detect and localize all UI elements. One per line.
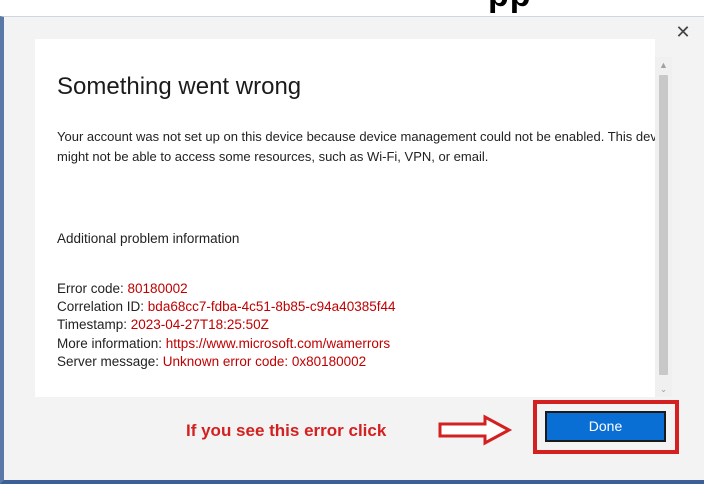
scroll-down-icon[interactable]: ⌄ <box>655 381 672 397</box>
timestamp-value: 2023-04-27T18:25:50Z <box>130 317 269 333</box>
correlation-id-label: Correlation ID: <box>57 299 148 315</box>
server-message-row: Server message: Unknown error code: 0x80… <box>57 353 655 371</box>
timestamp-row: Timestamp: 2023-04-27T18:25:50Z <box>57 316 655 334</box>
scroll-up-icon[interactable]: ▲ <box>655 57 672 73</box>
timestamp-label: Timestamp: <box>57 317 131 333</box>
more-info-label: More information: <box>57 335 166 351</box>
correlation-id-row: Correlation ID: bda68cc7-fdba-4c51-8b85-… <box>57 298 655 316</box>
right-arrow-icon <box>438 414 513 446</box>
done-button[interactable]: Done <box>545 411 666 442</box>
error-code-row: Error code: 80180002 <box>57 280 655 298</box>
correlation-id-value: bda68cc7-fdba-4c51-8b85-c94a40385f44 <box>147 299 396 315</box>
more-info-link[interactable]: https://www.microsoft.com/wamerrors <box>166 336 390 351</box>
vertical-scrollbar[interactable]: ▲ ⌄ <box>655 57 672 397</box>
close-icon[interactable]: ✕ <box>672 21 694 43</box>
scroll-thumb[interactable] <box>659 75 668 375</box>
more-info-row: More information: https://www.microsoft.… <box>57 335 655 353</box>
error-code-label: Error code: <box>57 281 128 296</box>
cropped-heading-fragment: pp <box>488 0 532 12</box>
server-message-value: Unknown error code: 0x80180002 <box>162 353 367 369</box>
dialog-title: Something went wrong <box>57 73 302 100</box>
error-code-value: 80180002 <box>127 281 188 296</box>
server-message-label: Server message: <box>57 353 163 369</box>
error-description: Your account was not set up on this devi… <box>57 129 655 164</box>
additional-info-heading: Additional problem information <box>57 231 240 246</box>
dialog-content: Something went wrong Your account was no… <box>35 39 655 397</box>
error-details: Error code: 80180002 Correlation ID: bda… <box>57 280 655 371</box>
instruction-annotation: If you see this error click <box>186 421 387 440</box>
